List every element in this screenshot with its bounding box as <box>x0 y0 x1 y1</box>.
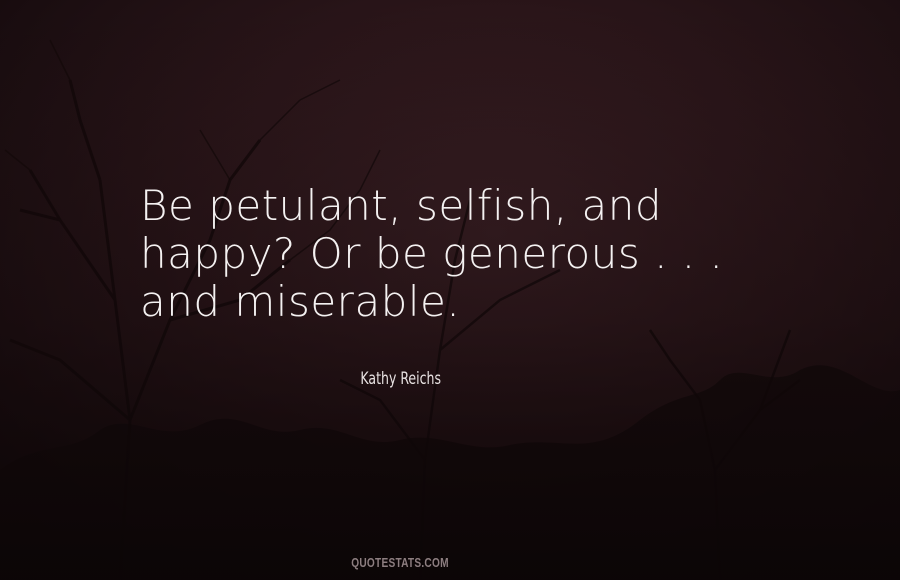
quote-line: and miserable. <box>140 277 461 326</box>
quote-card: Be petulant, selfish, and happy? Or be g… <box>0 0 900 580</box>
quote-line: Be petulant, selfish, and <box>140 181 663 230</box>
quote-author: Kathy Reichs <box>360 369 442 389</box>
quote-line: happy? Or be generous . . . <box>140 229 724 278</box>
site-watermark: QUOTESTATS.COM <box>351 555 449 570</box>
quote-text: Be petulant, selfish, and happy? Or be g… <box>140 182 840 326</box>
